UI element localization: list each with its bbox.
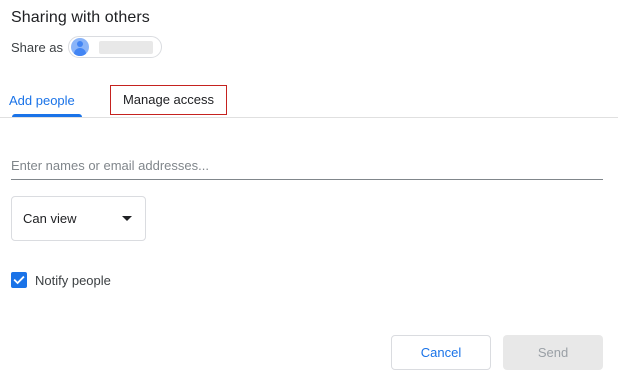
account-selector[interactable] <box>68 36 163 58</box>
share-as-label: Share as <box>11 39 64 55</box>
tab-manage-access[interactable]: Manage access <box>110 85 227 115</box>
tab-add-people[interactable]: Add people <box>9 86 75 116</box>
dialog-title: Sharing with others <box>11 9 150 26</box>
account-name-redacted <box>99 40 154 54</box>
cancel-button[interactable]: Cancel <box>391 335 491 370</box>
avatar-icon <box>71 38 90 56</box>
send-button[interactable]: Send <box>503 335 603 370</box>
role-select[interactable]: Can view <box>11 196 146 241</box>
email-input[interactable] <box>11 152 603 180</box>
share-as-row: Share as <box>11 36 163 58</box>
caret-down-icon <box>122 216 132 221</box>
role-select-value: Can view <box>23 211 77 226</box>
tabs-divider <box>0 117 618 118</box>
checkmark-icon <box>13 275 25 285</box>
notify-people-row[interactable]: Notify people <box>11 272 111 288</box>
notify-people-label: Notify people <box>35 272 111 288</box>
notify-checkbox[interactable] <box>11 272 27 288</box>
